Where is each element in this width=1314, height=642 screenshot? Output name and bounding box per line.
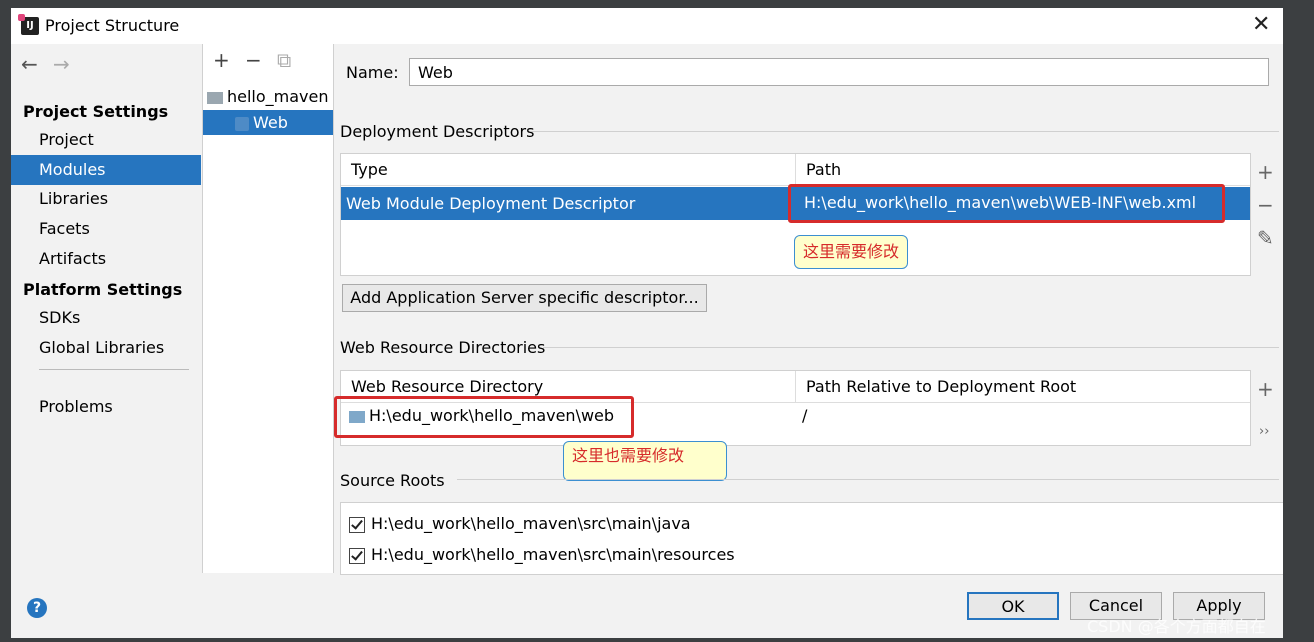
add-descriptor-icon[interactable]: + — [1257, 160, 1274, 184]
nav-item-global-libraries[interactable]: Global Libraries — [11, 333, 201, 363]
remove-module-icon[interactable]: − — [245, 48, 262, 72]
annotation-note: 这里也需要修改 — [563, 441, 727, 481]
title-bar: IJ Project Structure ✕ — [11, 8, 1283, 44]
section-divider — [457, 479, 1279, 480]
copy-module-icon[interactable]: ⧉ — [277, 48, 291, 72]
col-header-path[interactable]: Path — [796, 154, 1250, 186]
intellij-icon: IJ — [18, 14, 39, 35]
nav-item-libraries[interactable]: Libraries — [11, 184, 201, 214]
more-icon[interactable]: ›› — [1259, 424, 1269, 439]
checkbox-checked-icon[interactable] — [349, 547, 365, 564]
annotation-red-box — [788, 184, 1225, 223]
edit-descriptor-icon[interactable]: ✎ — [1257, 226, 1274, 250]
back-arrow-icon[interactable]: ← — [21, 52, 38, 76]
watermark-text: CSDN @各个方面都自在 — [1087, 617, 1266, 636]
help-icon[interactable]: ? — [27, 598, 47, 618]
remove-descriptor-icon[interactable]: − — [1257, 193, 1274, 217]
nav-item-problems[interactable]: Problems — [11, 392, 201, 422]
source-roots-title: Source Roots — [340, 471, 445, 490]
facet-content: Name: Deployment Descriptors Type Path W… — [333, 44, 1283, 575]
forward-arrow-icon[interactable]: → — [53, 52, 70, 76]
nav-item-project[interactable]: Project — [11, 125, 201, 155]
add-web-resource-icon[interactable]: + — [1257, 377, 1274, 401]
settings-nav: ← → Project Settings Project Modules Lib… — [11, 44, 201, 573]
platform-settings-heading: Platform Settings — [23, 280, 183, 299]
deployment-descriptors-title: Deployment Descriptors — [340, 122, 535, 141]
web-resource-directories-title: Web Resource Directories — [340, 338, 546, 357]
folder-icon — [207, 91, 223, 104]
source-root-item[interactable]: H:\edu_work\hello_maven\src\main\java — [344, 514, 691, 533]
tree-item-web[interactable]: Web — [203, 110, 333, 135]
name-input[interactable] — [409, 58, 1269, 86]
name-label: Name: — [346, 63, 399, 82]
section-divider — [531, 131, 1279, 132]
relative-path-cell[interactable]: / — [797, 406, 807, 425]
annotation-note: 这里需要修改 — [794, 235, 909, 269]
add-module-icon[interactable]: + — [213, 48, 230, 72]
window-title: Project Structure — [45, 16, 180, 35]
col-header-relative-path[interactable]: Path Relative to Deployment Root — [796, 371, 1250, 403]
web-facet-icon — [235, 116, 249, 131]
checkbox-checked-icon[interactable] — [349, 516, 365, 533]
source-roots-list: H:\edu_work\hello_maven\src\main\java H:… — [340, 502, 1283, 575]
annotation-red-box — [334, 396, 634, 438]
nav-item-facets[interactable]: Facets — [11, 214, 201, 244]
add-server-descriptor-button[interactable]: Add Application Server specific descript… — [342, 284, 707, 312]
nav-item-sdks[interactable]: SDKs — [11, 303, 201, 333]
ok-button[interactable]: OK — [967, 592, 1059, 620]
source-root-item[interactable]: H:\edu_work\hello_maven\src\main\resourc… — [344, 545, 735, 564]
nav-separator — [39, 369, 189, 370]
tree-item-hello-maven[interactable]: hello_maven — [207, 84, 333, 109]
section-divider — [543, 347, 1279, 348]
col-header-type[interactable]: Type — [341, 154, 796, 186]
modules-panel: + − ⧉ hello_maven Web — [202, 44, 334, 573]
project-settings-heading: Project Settings — [23, 102, 169, 121]
close-icon[interactable]: ✕ — [1252, 12, 1270, 37]
descriptor-type-cell: Web Module Deployment Descriptor — [346, 194, 636, 213]
nav-item-artifacts[interactable]: Artifacts — [11, 244, 201, 274]
project-structure-dialog: IJ Project Structure ✕ ← → Project Setti… — [11, 8, 1283, 638]
nav-item-modules[interactable]: Modules — [11, 155, 201, 185]
